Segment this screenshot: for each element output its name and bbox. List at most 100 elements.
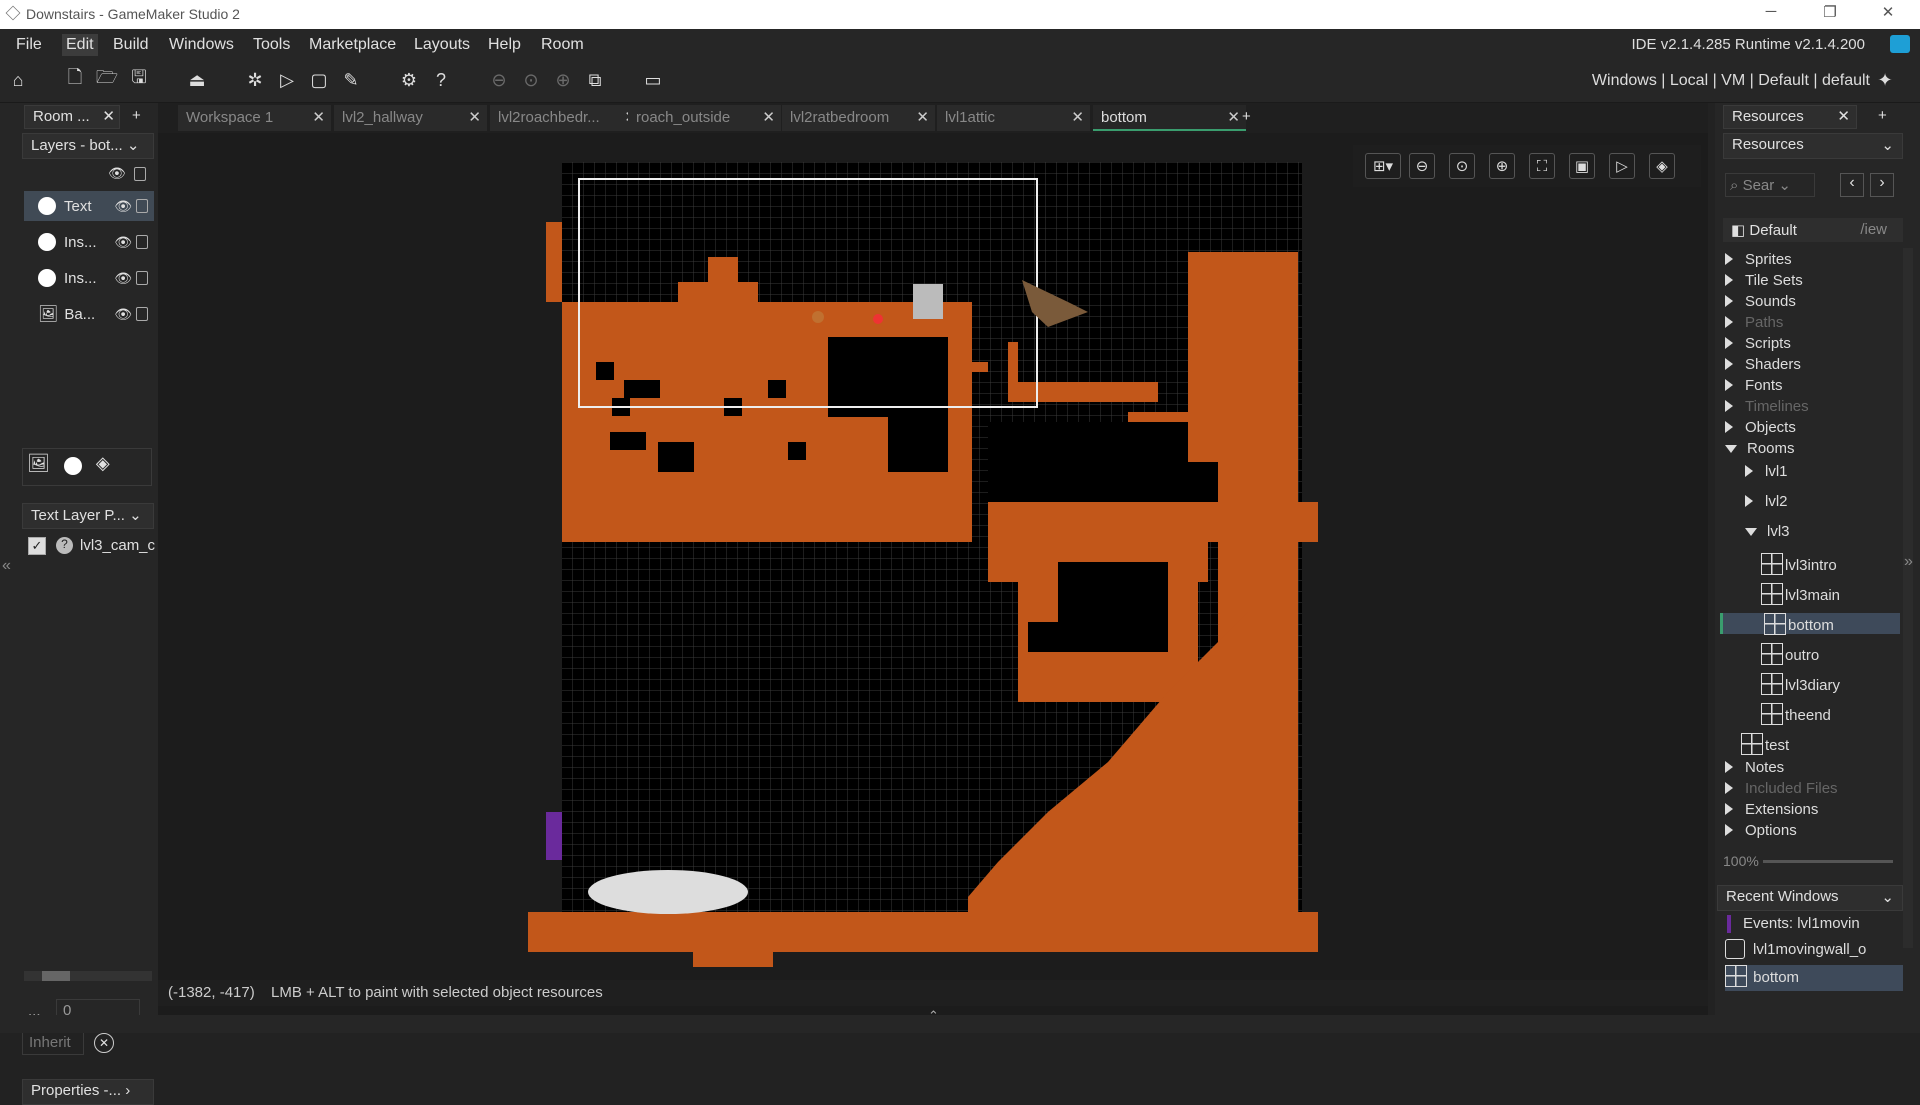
clear-inherit-icon[interactable]: ✕ [94, 1033, 114, 1053]
close-icon[interactable]: ✕ [1837, 107, 1850, 125]
recent-windows-dropdown[interactable]: Recent Windows ⌄ [1717, 885, 1903, 911]
collapse-right-icon[interactable]: » [1904, 553, 1913, 571]
expand-arrow-icon[interactable] [1725, 421, 1733, 433]
default-group[interactable]: ◧ Default/iew [1723, 218, 1903, 242]
expand-arrow-icon[interactable] [1725, 379, 1733, 391]
menu-file[interactable]: File [16, 36, 42, 54]
menu-room[interactable]: Room [541, 36, 584, 54]
zoom-reset-icon[interactable]: ⊙ [1449, 153, 1475, 179]
menu-marketplace[interactable]: Marketplace [309, 36, 396, 54]
expand-arrow-icon[interactable] [1725, 274, 1733, 286]
tree-item[interactable]: lvl1 [1745, 463, 1920, 484]
zoom-in-icon[interactable]: ⊕ [550, 67, 576, 93]
close-button[interactable]: ✕ [1868, 3, 1908, 25]
chat-icon[interactable] [1890, 35, 1910, 53]
nav-back-icon[interactable]: ‹ [1840, 173, 1864, 197]
tab-6[interactable]: bottom ✕ [1093, 105, 1246, 131]
expand-arrow-icon[interactable] [1725, 803, 1733, 815]
tree-item[interactable]: lvl3main [1761, 583, 1920, 605]
tab-3[interactable]: roach_outside ✕ [628, 105, 781, 131]
tree-item[interactable]: theend [1761, 703, 1920, 725]
collapse-arrow-icon[interactable] [1725, 445, 1737, 453]
expand-arrow-icon[interactable] [1725, 337, 1733, 349]
eye-icon[interactable]: 👁 [114, 306, 132, 323]
home-icon[interactable]: ⌂ [5, 67, 31, 93]
add-tab-icon[interactable]: + [132, 107, 141, 124]
zoom-out-icon[interactable]: ⊖ [1409, 153, 1435, 179]
tree-item[interactable]: bottom [1720, 613, 1900, 635]
tree-item[interactable]: Included Files [1725, 780, 1905, 801]
collapse-left-icon[interactable]: « [2, 557, 11, 575]
save-icon[interactable]: 🖫 [126, 67, 152, 93]
lock-icon[interactable] [136, 271, 148, 285]
tree-item[interactable]: Scripts [1725, 335, 1905, 356]
zoom-out-icon[interactable]: ⊖ [486, 67, 512, 93]
expand-arrow-icon[interactable] [1725, 400, 1733, 412]
layer-item[interactable]: Ins... 👁 [24, 227, 154, 257]
eye-icon[interactable]: 👁 [114, 198, 132, 215]
resources-tab[interactable]: Resources ✕ [1723, 105, 1857, 129]
close-icon[interactable]: ✕ [102, 107, 115, 125]
eye-icon[interactable]: 👁 [114, 270, 132, 287]
resource-search-input[interactable]: ⌕ Sear ⌄ [1725, 173, 1815, 197]
fit-icon[interactable]: ⧉ [582, 67, 608, 93]
vertical-scrollbar[interactable] [1903, 248, 1913, 948]
tree-item[interactable]: Notes [1725, 759, 1905, 780]
layer-item[interactable]: Ins... 👁 [24, 263, 154, 293]
room-tab[interactable]: Room ... ✕ [24, 105, 120, 129]
tree-item[interactable]: outro [1761, 643, 1920, 665]
menu-windows[interactable]: Windows [169, 36, 234, 54]
recent-item[interactable]: Events: lvl1movin [1727, 915, 1907, 933]
restore-button[interactable]: ❐ [1810, 3, 1850, 25]
grid-toggle-icon[interactable]: ⊞▾ [1365, 153, 1401, 179]
zoom-slider[interactable] [1763, 860, 1893, 863]
tree-item[interactable]: lvl3diary [1761, 673, 1920, 695]
tree-item[interactable]: Sprites [1725, 251, 1905, 272]
tree-item[interactable]: Extensions [1725, 801, 1905, 822]
eye-icon[interactable]: 👁 [108, 165, 126, 182]
horizontal-scrollbar[interactable] [24, 971, 152, 981]
expand-arrow-icon[interactable] [1725, 824, 1733, 836]
recent-item[interactable]: bottom [1725, 965, 1903, 991]
tree-item[interactable]: lvl2 [1745, 493, 1920, 514]
game-options-icon[interactable]: ⚙ [396, 67, 422, 93]
close-icon[interactable]: ✕ [468, 108, 481, 126]
lock-icon[interactable] [136, 199, 148, 213]
menu-tools[interactable]: Tools [253, 36, 290, 54]
fit-to-screen-icon[interactable]: ⛶ [1529, 153, 1555, 179]
layer-item[interactable]: 🖼 Ba... 👁 [24, 299, 154, 329]
target-settings-icon[interactable]: ✦ [1872, 67, 1898, 93]
stop-icon[interactable]: ▢ [306, 67, 332, 93]
expand-arrow-icon[interactable] [1725, 358, 1733, 370]
add-tab-icon[interactable]: + [1878, 107, 1887, 124]
layer-item[interactable]: Text 👁 [24, 191, 154, 221]
add-instance-layer-icon[interactable] [63, 457, 82, 475]
expand-arrow-icon[interactable] [1745, 495, 1753, 507]
inherit-button[interactable]: Inherit [22, 1031, 84, 1055]
tab-4[interactable]: lvl2ratbedroom ✕ [782, 105, 935, 131]
help-icon[interactable]: ? [428, 67, 454, 93]
tab-5[interactable]: lvl1attic ✕ [937, 105, 1090, 131]
tab-1[interactable]: lvl2_hallway ✕ [334, 105, 487, 131]
close-icon[interactable]: ✕ [1071, 108, 1084, 126]
expand-arrow-icon[interactable] [1725, 782, 1733, 794]
debug-icon[interactable]: ✲ [242, 67, 268, 93]
close-icon[interactable]: ✕ [312, 108, 325, 126]
tree-item[interactable]: Timelines [1725, 398, 1905, 419]
tree-item[interactable]: Shaders [1725, 356, 1905, 377]
tree-item[interactable]: Fonts [1725, 377, 1905, 398]
lock-icon[interactable] [136, 307, 148, 321]
recent-item[interactable]: lvl1movingwall_o [1725, 939, 1905, 963]
purple-wall-object[interactable] [546, 812, 562, 860]
run-icon[interactable]: ▷ [274, 67, 300, 93]
lock-icon[interactable] [134, 167, 146, 181]
show-views-icon[interactable]: ▣ [1569, 153, 1595, 179]
menu-layouts[interactable]: Layouts [414, 36, 470, 54]
eye-icon[interactable]: 👁 [114, 234, 132, 251]
layers-dropdown[interactable]: Layers - bot... ⌄ [22, 133, 154, 159]
close-icon[interactable]: ✕ [1227, 108, 1240, 126]
properties-button[interactable]: Properties -... › [22, 1079, 154, 1105]
tree-item[interactable]: Sounds [1725, 293, 1905, 314]
nav-forward-icon[interactable]: › [1870, 173, 1894, 197]
zoom-in-icon[interactable]: ⊕ [1489, 153, 1515, 179]
